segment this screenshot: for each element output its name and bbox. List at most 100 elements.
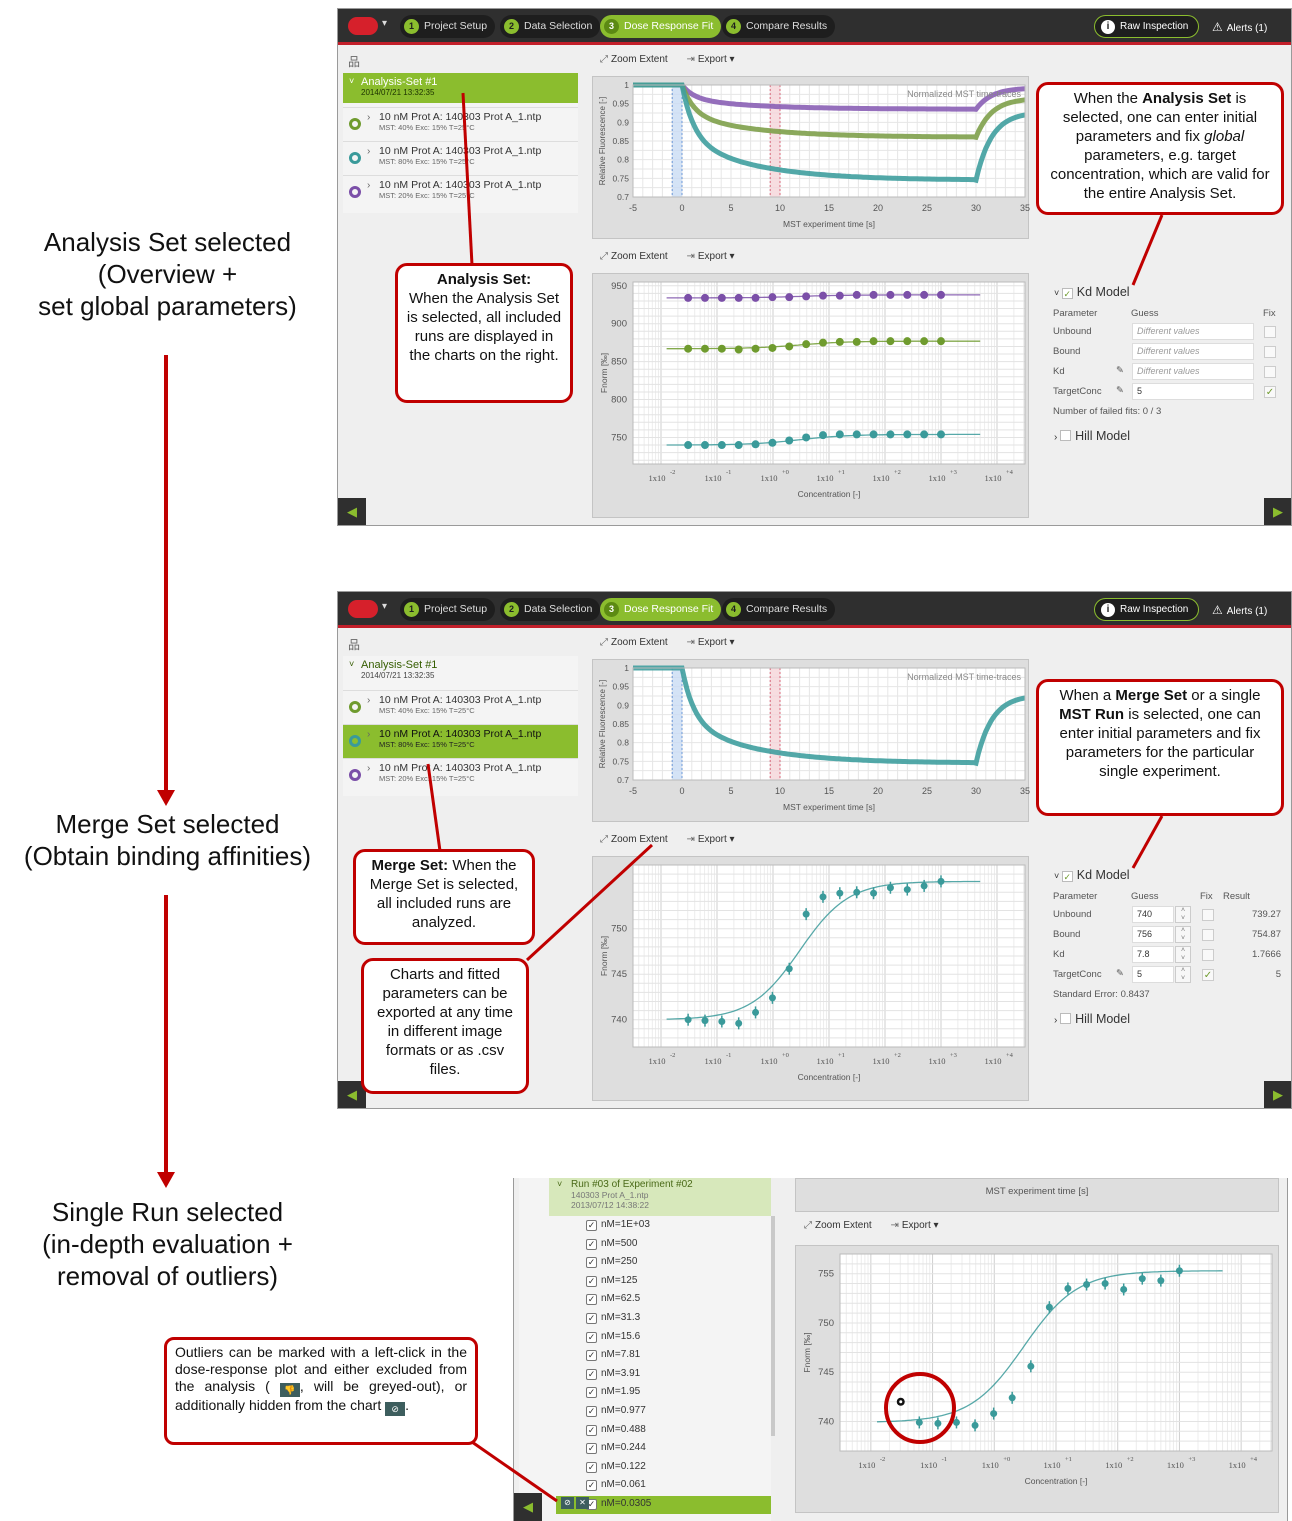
concentration-item[interactable]: ✓ nM=0.244 — [586, 1440, 646, 1458]
guess-input-bound[interactable]: 756 — [1132, 926, 1174, 943]
run-header[interactable]: ˅ Run #03 of Experiment #02 140303 Prot … — [549, 1178, 771, 1216]
stepper[interactable]: ˄ ˅ — [1175, 926, 1191, 943]
alerts-button[interactable]: ⚠ Alerts (1) — [1212, 603, 1267, 617]
edit-icon[interactable]: ✎ — [1116, 968, 1124, 979]
concentration-item[interactable]: ✓ nM=0.977 — [586, 1403, 646, 1421]
tree-item-analysis-set[interactable]: ˅ Analysis-Set #1 2014/07/21 13:32:35 — [343, 73, 578, 103]
fix-checkbox[interactable]: ✓ — [1202, 969, 1214, 981]
zoom-extent-button[interactable]: ⤢ Zoom Extent — [600, 834, 668, 845]
hide-icon[interactable]: ⊘ — [561, 1497, 574, 1509]
trace-chart[interactable]: Normalized MST time-traces 1 0.95 0.9 0.85 0.… — [592, 659, 1030, 823]
step-compare-results[interactable]: 4 Compare Results — [722, 598, 836, 621]
concentration-item[interactable]: ✓ nM=3.91 — [586, 1366, 640, 1384]
guess-input-kd[interactable]: Different values — [1132, 363, 1254, 380]
zoom-extent-button[interactable]: ⤢ Zoom Extent — [600, 637, 668, 648]
tree-item-run-selected[interactable]: › 10 nM Prot A: 140303 Prot A_1.ntp MST:… — [343, 724, 578, 758]
concentration-item[interactable]: ✓ nM=0.061 — [586, 1477, 646, 1495]
concentration-item[interactable]: ✓ nM=1E+03 — [586, 1217, 650, 1235]
hill-model-checkbox[interactable] — [1060, 1013, 1072, 1024]
nav-forward-button[interactable]: ▶ — [1264, 498, 1291, 525]
export-button[interactable]: ⇥ Export ▾ — [686, 251, 734, 262]
kd-model-checkbox[interactable]: ✓ — [1061, 288, 1073, 299]
fix-checkbox[interactable] — [1202, 949, 1214, 961]
step-data-selection[interactable]: 2 Data Selection — [500, 15, 601, 38]
trace-chart-svg[interactable]: Normalized MST time-traces10.950.90.850.… — [593, 77, 1030, 240]
tree-item-run[interactable]: › 10 nM Prot A: 140303 Prot A_1.ntp MST:… — [343, 175, 578, 209]
concentration-checkbox[interactable]: ✓ — [586, 1220, 597, 1231]
export-button[interactable]: ⇥ Export ▾ — [686, 834, 734, 845]
fix-checkbox[interactable] — [1202, 909, 1214, 921]
zoom-extent-button[interactable]: ⤢ Zoom Extent — [600, 251, 668, 262]
step-dose-response-fit[interactable]: 3 Dose Response Fit — [600, 598, 722, 621]
concentration-checkbox[interactable]: ✓ — [586, 1480, 597, 1492]
chevron-down-icon[interactable]: ▾ — [382, 18, 387, 29]
raw-inspection-button[interactable]: i Raw Inspection — [1094, 15, 1200, 38]
guess-input-kd[interactable]: 7.8 — [1132, 946, 1174, 963]
tree-item-run[interactable]: › 10 nM Prot A: 140303 Prot A_1.ntp MST:… — [343, 141, 578, 175]
step-project-setup[interactable]: 1 Project Setup — [400, 598, 496, 621]
trace-chart-svg[interactable]: Normalized MST time-traces10.950.90.850.… — [593, 660, 1030, 823]
raw-inspection-button[interactable]: i Raw Inspection — [1094, 598, 1200, 621]
stepper[interactable]: ˄ ˅ — [1175, 966, 1191, 983]
concentration-checkbox[interactable]: ✓ — [586, 1387, 597, 1399]
fix-checkbox[interactable] — [1264, 326, 1276, 338]
concentration-checkbox[interactable]: ✓ — [586, 1238, 597, 1250]
concentration-item[interactable]: ✓ nM=15.6 — [586, 1329, 640, 1347]
stepper[interactable]: ˄ ˅ — [1175, 946, 1191, 963]
tree-item-run[interactable]: › 10 nM Prot A: 140303 Prot A_1.ntp MST:… — [343, 107, 578, 141]
record-button[interactable] — [348, 600, 378, 618]
fix-checkbox[interactable] — [1202, 929, 1214, 941]
dose-response-chart[interactable]: 950 900 850 800 750 1x10 -2 1x10 -1 1x10 +0 1x10 +1 1… — [592, 273, 1029, 518]
fix-checkbox[interactable] — [1264, 366, 1276, 378]
zoom-extent-button[interactable]: ⤢ Zoom Extent — [600, 54, 668, 65]
concentration-checkbox[interactable]: ✓ — [586, 1257, 597, 1269]
concentration-item[interactable]: ✓ nM=1.95 — [586, 1384, 640, 1402]
concentration-checkbox[interactable]: ✓ — [586, 1368, 597, 1380]
export-button[interactable]: ⇥ Export ▾ — [890, 1220, 938, 1231]
fix-checkbox[interactable] — [1264, 346, 1276, 358]
concentration-item[interactable]: ✓ nM=250 — [586, 1254, 637, 1272]
hill-model-checkbox[interactable] — [1060, 430, 1072, 441]
concentration-checkbox[interactable]: ✓ — [586, 1331, 597, 1343]
nav-back-button[interactable]: ◀ — [338, 498, 366, 525]
kd-model-header[interactable]: ˅ ✓ Kd Model — [1054, 285, 1130, 299]
fix-checkbox[interactable]: ✓ — [1264, 386, 1276, 398]
step-project-setup[interactable]: 1 Project Setup — [400, 15, 496, 38]
concentration-checkbox[interactable]: ✓ — [586, 1424, 597, 1436]
concentration-item[interactable]: ✓ nM=31.3 — [586, 1310, 640, 1328]
export-button[interactable]: ⇥ Export ▾ — [686, 637, 734, 648]
guess-input-unbound[interactable]: 740 — [1132, 906, 1174, 923]
zoom-extent-button[interactable]: ⤢ Zoom Extent — [804, 1220, 872, 1231]
concentration-checkbox[interactable]: ✓ — [586, 1461, 597, 1473]
hill-model-header[interactable]: › Hill Model — [1054, 429, 1130, 443]
dose-chart-svg[interactable]: 750 745 740 1x10 -2 1x10 -1 1x10 +0 1x10 +1 1x10 +2 1… — [593, 857, 1030, 1102]
nav-back-button[interactable]: ◀ — [514, 1493, 542, 1521]
hierarchy-icon[interactable]: 品 — [348, 53, 360, 70]
guess-input-targetconc[interactable]: 5 — [1132, 966, 1174, 983]
concentration-checkbox[interactable]: ✓ — [586, 1275, 597, 1287]
nav-forward-button[interactable]: ▶ — [1264, 1081, 1291, 1108]
kd-model-header[interactable]: ˅ ✓ Kd Model — [1054, 868, 1130, 882]
hierarchy-icon[interactable]: 品 — [348, 636, 360, 653]
concentration-checkbox[interactable]: ✓ — [586, 1294, 597, 1306]
concentration-item[interactable]: ✓ nM=0.122 — [586, 1459, 646, 1477]
concentration-item[interactable]: ✓ nM=62.5 — [586, 1291, 640, 1309]
concentration-checkbox[interactable]: ✓ — [586, 1313, 597, 1324]
dose-chart-svg[interactable]: 950 900 850 800 750 1x10 -2 1x10 -1 1x10 +0 1x10 +1 1… — [593, 274, 1030, 519]
dose-response-chart[interactable]: 750 745 740 1x10 -2 1x10 -1 1x10 +0 1x10 +1 1x10 +2 1… — [592, 856, 1029, 1101]
tree-item-analysis-set[interactable]: ˅ Analysis-Set #1 2014/07/21 13:32:35 — [343, 656, 578, 686]
exclude-icon[interactable]: ✕ — [576, 1497, 589, 1509]
concentration-checkbox[interactable]: ✓ — [586, 1406, 597, 1417]
guess-input-unbound[interactable]: Different values — [1132, 323, 1254, 340]
concentration-item[interactable]: ✓ nM=500 — [586, 1236, 637, 1254]
concentration-item[interactable]: ✓ nM=7.81 — [586, 1347, 640, 1365]
collapsed-trace-chart[interactable]: MST experiment time [s] — [795, 1178, 1279, 1212]
hill-model-header[interactable]: › Hill Model — [1054, 1012, 1130, 1026]
concentration-item[interactable]: ✓ nM=0.488 — [586, 1422, 646, 1440]
stepper[interactable]: ˄ ˅ — [1175, 906, 1191, 923]
export-button[interactable]: ⇥ Export ▾ — [686, 54, 734, 65]
tree-item-run[interactable]: › 10 nM Prot A: 140303 Prot A_1.ntp MST:… — [343, 758, 578, 792]
record-button[interactable] — [348, 17, 378, 35]
guess-input-bound[interactable]: Different values — [1132, 343, 1254, 360]
dose-chart-svg[interactable]: 755 750 745 740 1x10 -2 1x10 -1 1x10 +0 1x10 +1 1x10… — [796, 1246, 1280, 1514]
